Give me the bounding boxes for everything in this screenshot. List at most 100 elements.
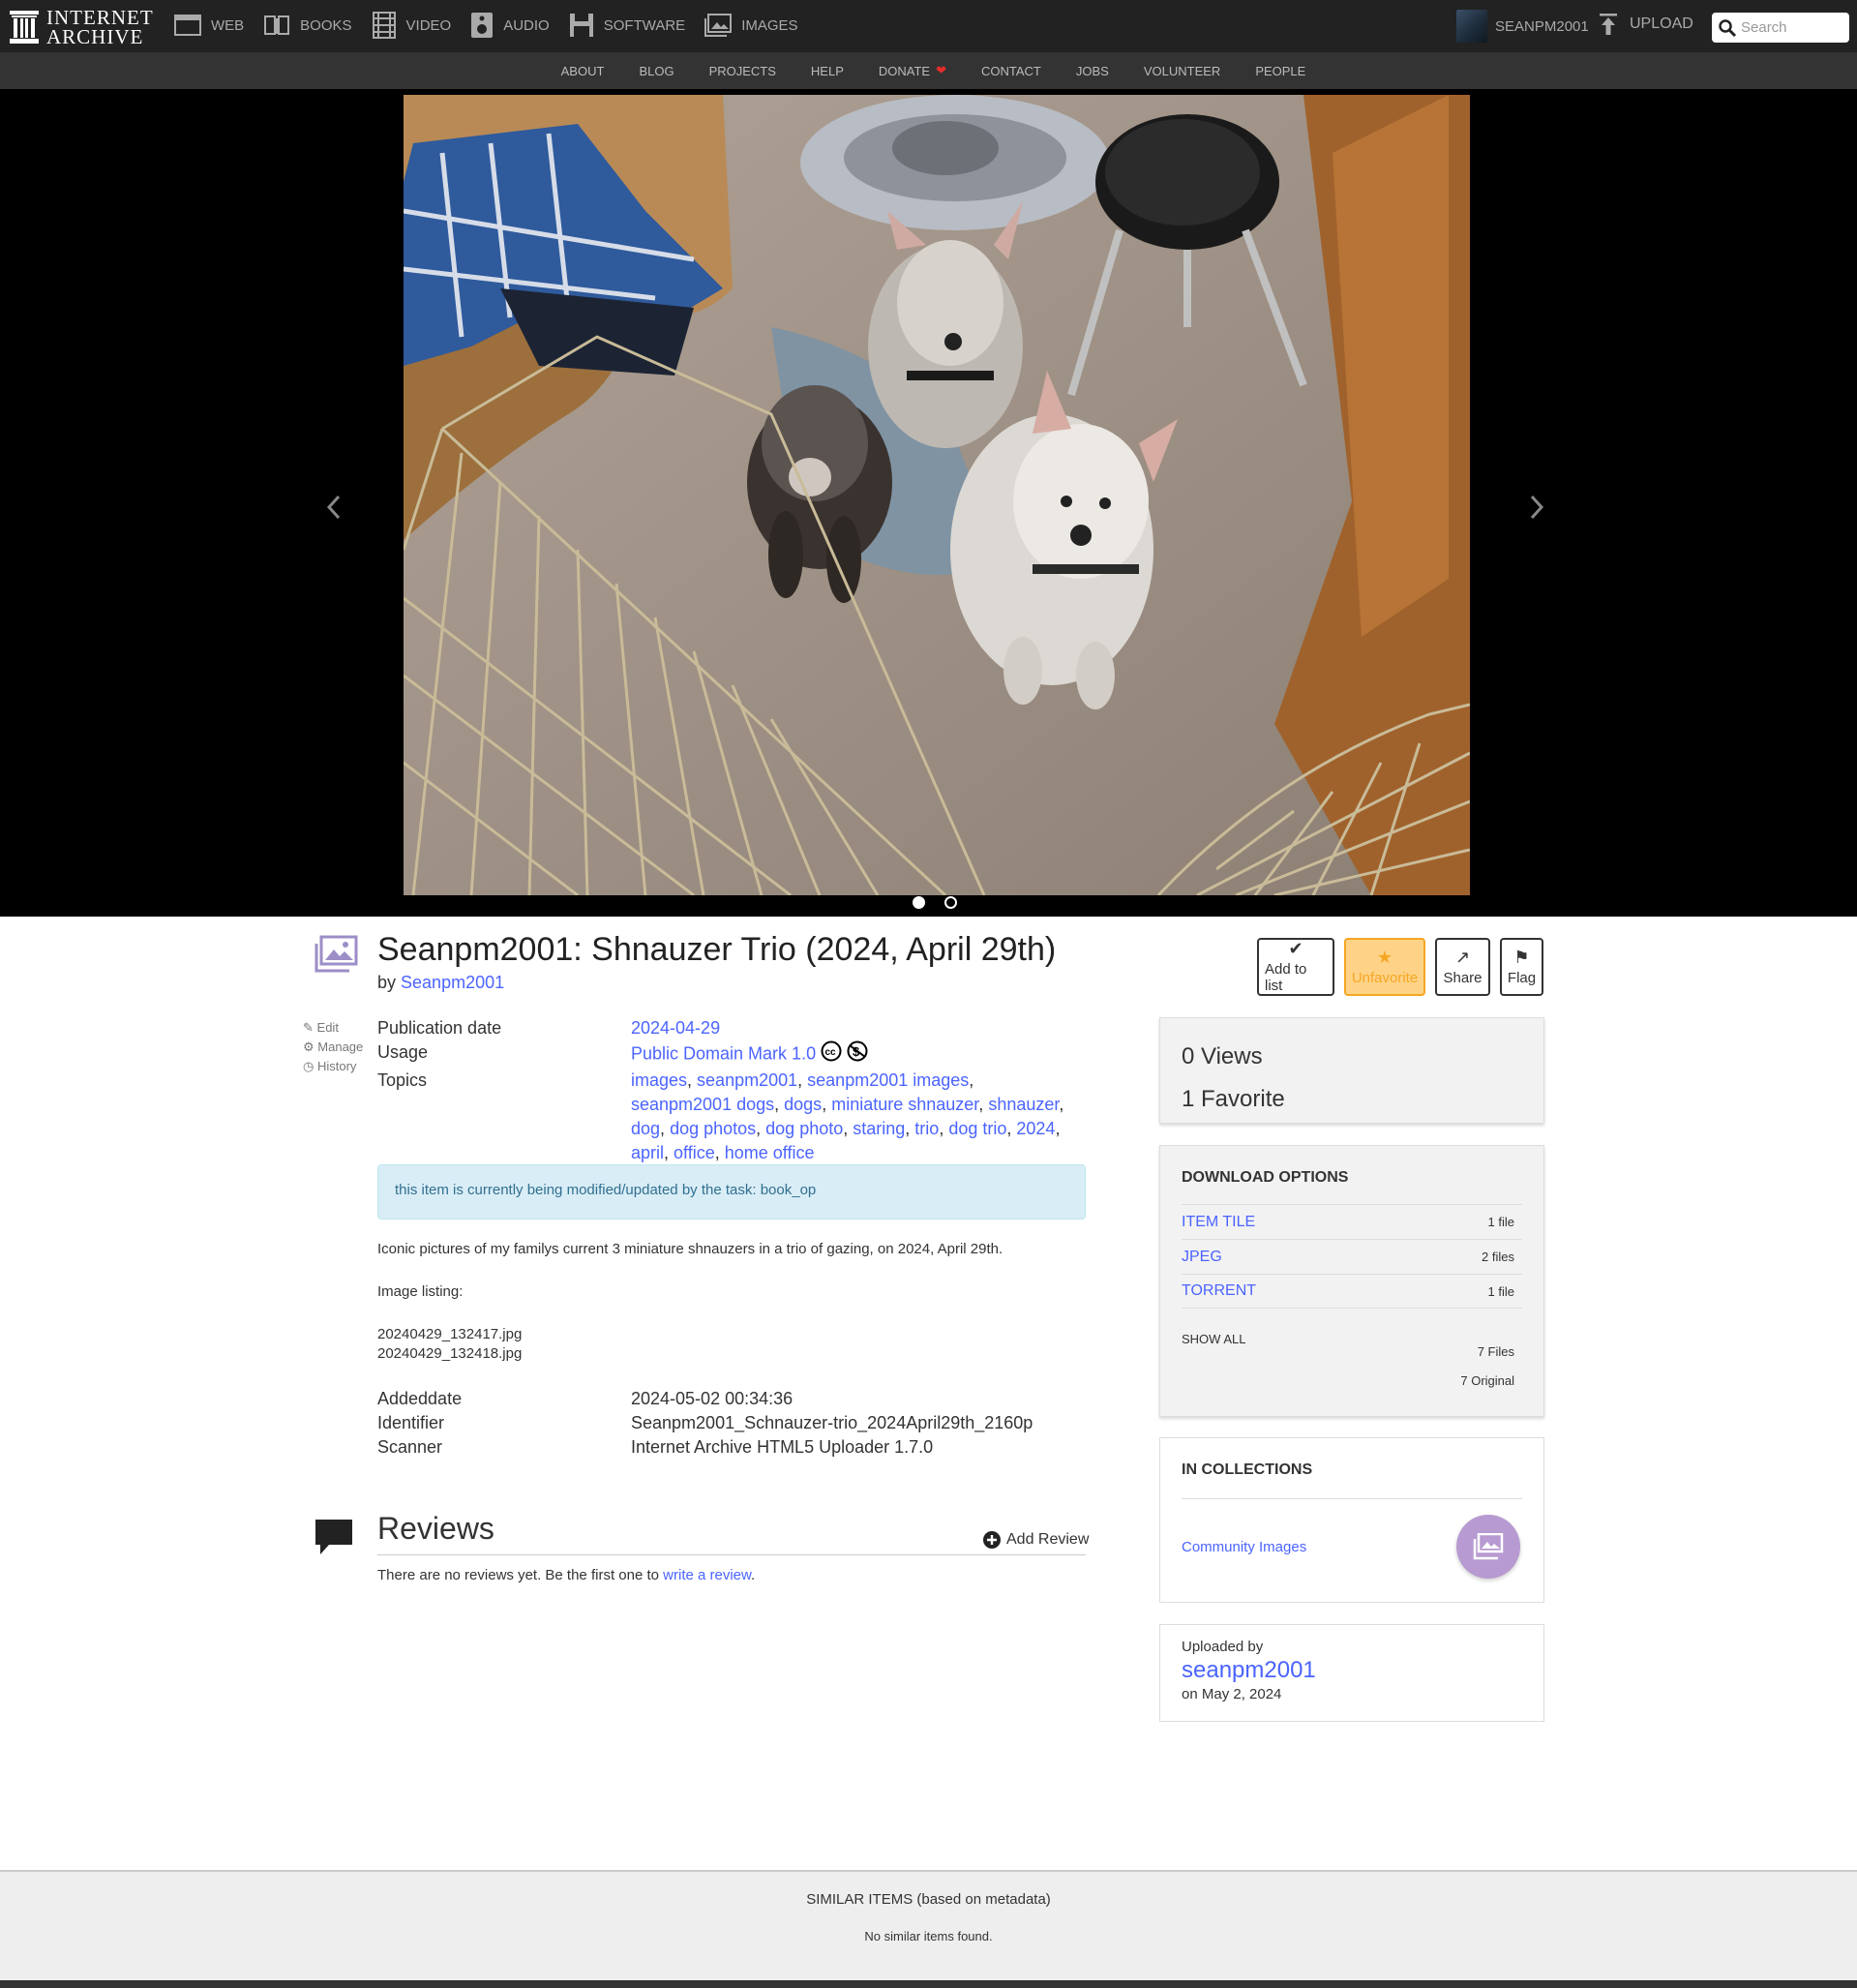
topic-link[interactable]: seanpm2001 [697, 1070, 797, 1090]
by-prefix: by [377, 973, 397, 992]
topic-link[interactable]: office [674, 1143, 715, 1162]
task-link[interactable]: book_op [761, 1182, 817, 1198]
next-slide-button[interactable] [1529, 494, 1544, 526]
publication-date-link[interactable]: 2024-04-29 [631, 1018, 720, 1038]
flag-button[interactable]: ⚑ Flag [1500, 938, 1543, 996]
topic-link[interactable]: trio [914, 1119, 939, 1138]
checkmark-icon: ✔ [1288, 939, 1303, 958]
subnav-about[interactable]: ABOUT [561, 64, 605, 78]
history-link[interactable]: ◷ History [303, 1057, 363, 1076]
metadata-row: Scanner Internet Archive HTML5 Uploader … [377, 1435, 1057, 1460]
topic-link[interactable]: dog trio [948, 1119, 1006, 1138]
download-count: 1 file [1487, 1283, 1514, 1299]
topic-link[interactable]: dog [631, 1119, 660, 1138]
search-icon [1719, 18, 1737, 37]
topic-link[interactable]: dog photo [765, 1119, 843, 1138]
similar-items-title: SIMILAR ITEMS (based on metadata) [806, 1891, 1051, 1908]
reviews-empty-text: There are no reviews yet. Be the first o… [377, 1567, 664, 1583]
video-icon [372, 12, 396, 39]
add-review-button[interactable]: Add Review [983, 1531, 1089, 1549]
write-review-link[interactable]: write a review [663, 1567, 751, 1583]
download-item-tile-link[interactable]: ITEM TILE [1182, 1214, 1255, 1231]
topic-link[interactable]: 2024 [1016, 1119, 1055, 1138]
download-torrent-link[interactable]: TORRENT [1182, 1282, 1256, 1300]
topic-link[interactable]: home office [725, 1143, 815, 1162]
topic-link[interactable]: seanpm2001 images [807, 1070, 969, 1090]
nav-audio[interactable]: AUDIO [470, 12, 550, 39]
slide-dot-1[interactable] [913, 896, 925, 909]
metadata-bottom: Addeddate 2024-05-02 00:34:36 Identifier… [377, 1387, 1057, 1460]
subnav-people[interactable]: PEOPLE [1255, 64, 1305, 78]
collection-link[interactable]: Community Images [1182, 1539, 1306, 1555]
license-link[interactable]: Public Domain Mark 1.0 [631, 1043, 816, 1063]
share-button[interactable]: ↗ Share [1435, 938, 1490, 996]
subnav-projects[interactable]: PROJECTS [709, 64, 776, 78]
image-viewer [0, 89, 1857, 917]
upload-button[interactable]: UPLOAD [1599, 14, 1693, 35]
unfavorite-button[interactable]: ★ Unfavorite [1344, 938, 1425, 996]
download-options-title: DOWNLOAD OPTIONS [1182, 1169, 1349, 1186]
show-all-link[interactable]: SHOW ALL [1182, 1332, 1245, 1396]
manage-link[interactable]: ⚙ Manage [303, 1038, 363, 1057]
upload-label: UPLOAD [1630, 15, 1693, 32]
item-photo[interactable] [404, 95, 1470, 895]
cc-icon: cc $ [821, 1040, 869, 1069]
usage-label: Usage [377, 1042, 429, 1062]
item-title: Seanpm2001: Shnauzer Trio (2024, April 2… [377, 931, 1057, 968]
nav-images[interactable]: IMAGES [704, 14, 798, 37]
images-icon [704, 14, 733, 37]
heart-icon: ❤ [936, 63, 946, 77]
topic-link[interactable]: april [631, 1143, 664, 1162]
metadata-row: Identifier Seanpm2001_Schnauzer-trio_202… [377, 1411, 1057, 1435]
total-original: 7 Original [1460, 1373, 1514, 1388]
nav-web[interactable]: WEB [174, 14, 244, 37]
uploader-link[interactable]: seanpm2001 [1182, 1657, 1522, 1684]
nav-software[interactable]: SOFTWARE [569, 13, 685, 38]
previous-slide-button[interactable] [326, 494, 342, 526]
metadata-row: Topics images, seanpm2001, seanpm2001 im… [377, 1069, 1066, 1165]
gear-icon: ⚙ [303, 1039, 314, 1054]
history-label: History [316, 1059, 357, 1073]
add-to-list-label: Add to list [1265, 961, 1307, 994]
metadata-row: Addeddate 2024-05-02 00:34:36 [377, 1387, 1057, 1411]
internet-archive-logo[interactable]: INTERNET ARCHIVE [10, 8, 154, 47]
slide-dot-2[interactable] [944, 896, 957, 909]
nav-software-label: SOFTWARE [603, 16, 686, 34]
user-menu[interactable]: SEANPM2001 [1456, 10, 1589, 43]
search-input[interactable] [1741, 19, 1847, 36]
topic-link[interactable]: dog photos [670, 1119, 756, 1138]
item-actions: ✔ Add to list ★ Unfavorite ↗ Share ⚑ Fla… [1257, 938, 1553, 996]
community-images-icon[interactable] [1456, 1515, 1520, 1579]
plus-circle-icon [983, 1531, 1001, 1549]
file-totals: 7 Files 7 Original [1460, 1330, 1514, 1396]
metadata-row: Publication date 2024-04-29 [377, 1016, 1066, 1040]
subnav-blog[interactable]: BLOG [639, 64, 674, 78]
web-icon [174, 15, 201, 36]
nav-books-label: BOOKS [300, 16, 352, 34]
subnav-donate[interactable]: DONATE ❤ [879, 63, 946, 78]
nav-audio-label: AUDIO [503, 16, 550, 34]
flag-icon: ⚑ [1513, 947, 1530, 967]
download-jpeg-link[interactable]: JPEG [1182, 1249, 1222, 1266]
nav-video[interactable]: VIDEO [372, 12, 451, 39]
nav-books[interactable]: BOOKS [263, 14, 352, 37]
views-count: 0 Views [1182, 1043, 1263, 1069]
item-tools: ✎ Edit ⚙ Manage ◷ History [303, 1018, 363, 1076]
show-all-row: SHOW ALL 7 Files 7 Original [1182, 1332, 1522, 1396]
subnav-volunteer[interactable]: VOLUNTEER [1144, 64, 1220, 78]
creator-link[interactable]: Seanpm2001 [401, 973, 504, 992]
search-box [1712, 13, 1849, 43]
collection-item[interactable]: Community Images [1182, 1515, 1522, 1579]
topic-link[interactable]: staring [853, 1119, 905, 1138]
topic-link[interactable]: seanpm2001 dogs [631, 1095, 774, 1114]
subnav-help[interactable]: HELP [811, 64, 844, 78]
subnav-contact[interactable]: CONTACT [981, 64, 1041, 78]
edit-link[interactable]: ✎ Edit [303, 1018, 363, 1038]
topic-link[interactable]: miniature shnauzer [831, 1095, 978, 1114]
topic-link[interactable]: images [631, 1070, 687, 1090]
subnav-jobs[interactable]: JOBS [1076, 64, 1109, 78]
file-name: 20240429_132418.jpg [377, 1345, 523, 1362]
topic-link[interactable]: dogs [784, 1095, 822, 1114]
add-to-list-button[interactable]: ✔ Add to list [1257, 938, 1334, 996]
topic-link[interactable]: shnauzer [988, 1095, 1059, 1114]
